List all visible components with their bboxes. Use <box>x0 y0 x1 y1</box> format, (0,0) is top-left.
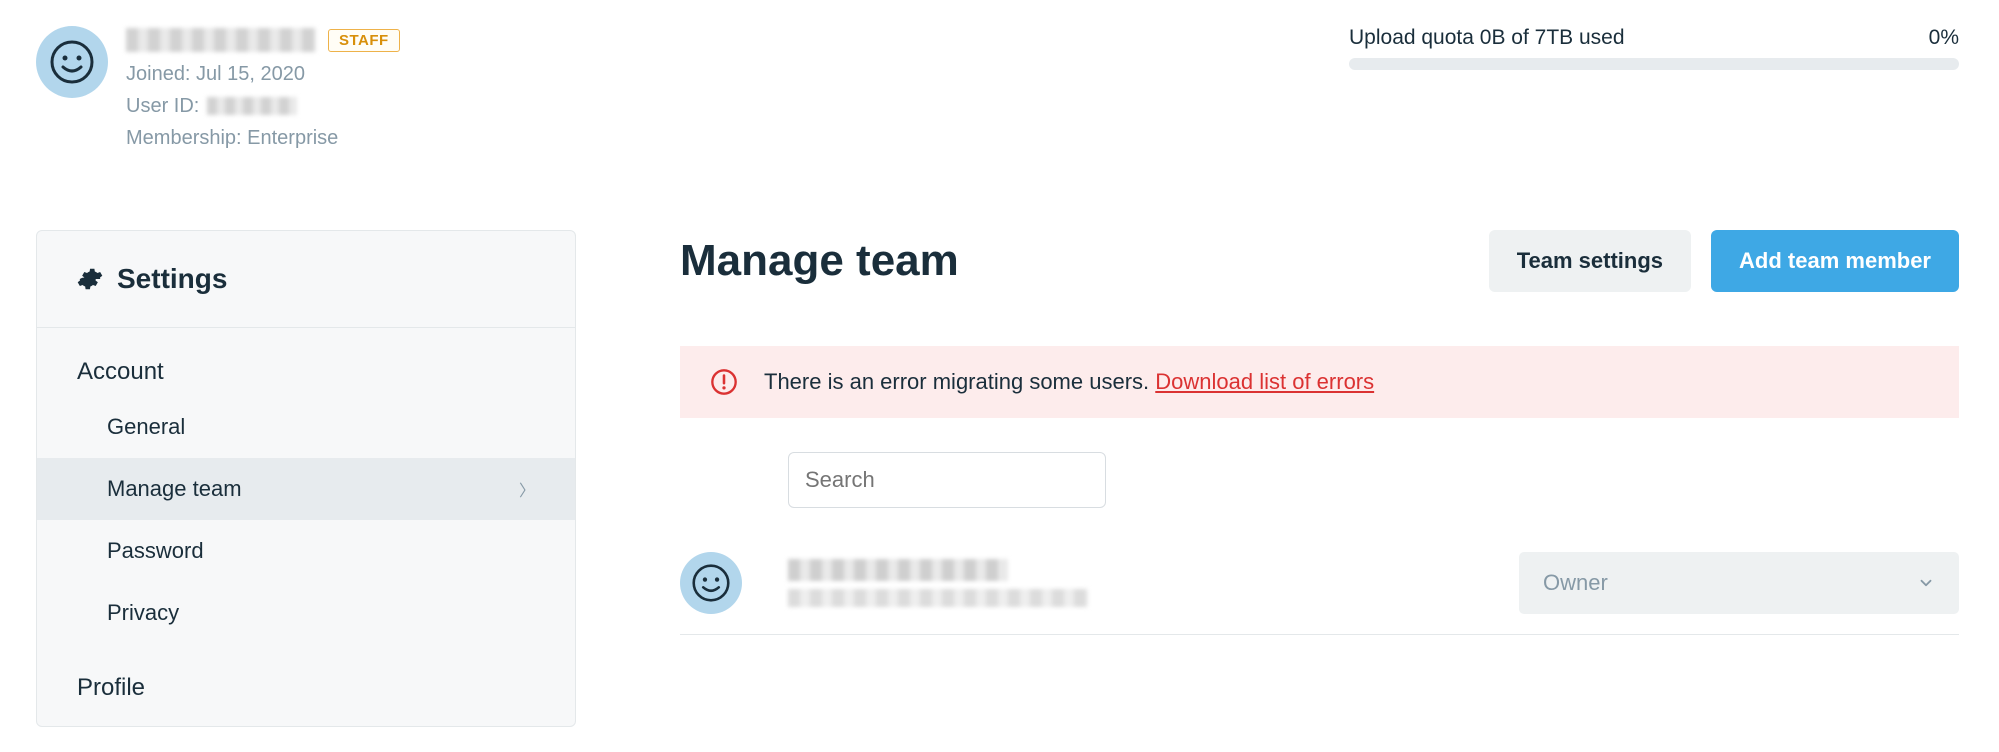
alert-message: There is an error migrating some users. … <box>764 369 1374 395</box>
sidebar-item-label: Privacy <box>107 600 179 626</box>
smile-icon <box>50 40 94 84</box>
gear-icon <box>77 266 103 292</box>
chevron-down-icon <box>1917 574 1935 592</box>
quota-text: Upload quota 0B of 7TB used <box>1349 26 1625 50</box>
sidebar-item-password[interactable]: Password <box>37 520 575 582</box>
team-settings-button[interactable]: Team settings <box>1489 230 1691 292</box>
membership: Membership: Enterprise <box>126 122 400 154</box>
sidebar-item-label: Manage team <box>107 476 242 502</box>
sidebar-item-privacy[interactable]: Privacy <box>37 582 575 644</box>
role-label: Owner <box>1543 570 1608 596</box>
sidebar-item-label: General <box>107 414 185 440</box>
search-box[interactable] <box>788 452 1106 508</box>
user-id-line: User ID: <box>126 90 400 122</box>
section-profile: Profile <box>37 644 575 726</box>
section-account: Account <box>37 328 575 396</box>
sidebar-header: Settings <box>37 231 575 328</box>
user-id-label: User ID: <box>126 90 199 122</box>
member-avatar <box>680 552 742 614</box>
download-errors-link[interactable]: Download list of errors <box>1155 369 1374 394</box>
settings-sidebar: Settings Account General Manage team 〉 P… <box>36 230 576 727</box>
avatar <box>36 26 108 98</box>
page-title: Manage team <box>680 236 959 286</box>
action-buttons: Team settings Add team member <box>1489 230 1959 292</box>
add-team-member-button[interactable]: Add team member <box>1711 230 1959 292</box>
alert-icon <box>710 368 738 396</box>
quota-percent: 0% <box>1929 26 1959 50</box>
user-id-redacted <box>207 97 297 115</box>
member-row: Owner <box>680 538 1959 635</box>
staff-badge: STAFF <box>328 29 400 52</box>
smile-icon <box>692 564 730 602</box>
member-info <box>788 559 1519 607</box>
sidebar-title: Settings <box>117 263 227 295</box>
user-meta: STAFF Joined: Jul 15, 2020 User ID: Memb… <box>126 28 400 154</box>
sidebar-item-general[interactable]: General <box>37 396 575 458</box>
member-email-redacted <box>788 589 1088 607</box>
page-header: Manage team Team settings Add team membe… <box>680 230 1959 292</box>
member-name-redacted <box>788 559 1008 581</box>
error-alert: There is an error migrating some users. … <box>680 346 1959 418</box>
chevron-right-icon: 〉 <box>519 477 535 501</box>
upload-quota: Upload quota 0B of 7TB used 0% <box>1349 26 1959 70</box>
quota-bar <box>1349 58 1959 70</box>
role-select[interactable]: Owner <box>1519 552 1959 614</box>
alert-text: There is an error migrating some users. <box>764 369 1155 394</box>
sidebar-item-manage-team[interactable]: Manage team 〉 <box>37 458 575 520</box>
search-input[interactable] <box>805 467 1093 493</box>
joined-date: Joined: Jul 15, 2020 <box>126 58 400 90</box>
user-name-redacted <box>126 28 316 52</box>
sidebar-item-label: Password <box>107 538 204 564</box>
user-header: STAFF Joined: Jul 15, 2020 User ID: Memb… <box>36 26 400 154</box>
main-content: Manage team Team settings Add team membe… <box>680 230 1959 635</box>
